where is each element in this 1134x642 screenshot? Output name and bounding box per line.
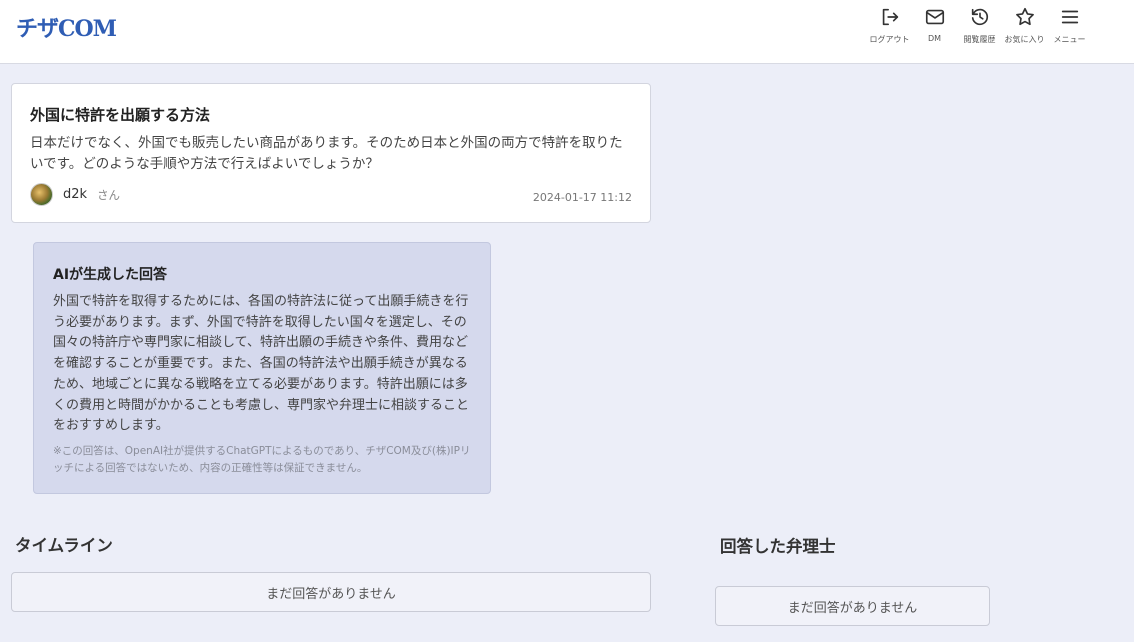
timeline-empty-message: まだ回答がありません [11, 572, 651, 612]
dm-button[interactable]: DM [912, 6, 957, 45]
favorites-button[interactable]: お気に入り [1002, 6, 1047, 45]
site-logo[interactable]: チザCOM [16, 11, 117, 43]
author-name[interactable]: d2k [63, 187, 87, 202]
ai-answer-title: AIが生成した回答 [53, 267, 168, 283]
question-card: 外国に特許を出願する方法 日本だけでなく、外国でも販売したい商品があります。その… [11, 83, 651, 223]
dm-label: DM [927, 34, 942, 43]
history-icon [971, 8, 988, 26]
author-suffix: さん [97, 187, 121, 202]
logout-label: ログアウト [869, 35, 910, 44]
menu-button[interactable]: メニュー [1047, 6, 1092, 45]
ai-answer-box: AIが生成した回答 外国で特許を取得するためには、各国の特許法に従って出願手続き… [33, 242, 491, 494]
timeline-title: タイムライン [15, 536, 113, 555]
menu-label: メニュー [1053, 35, 1086, 44]
history-button[interactable]: 閲覧履歴 [957, 6, 1002, 45]
favorites-label: お気に入り [1004, 35, 1045, 44]
logout-icon [882, 8, 898, 26]
menu-icon [1061, 10, 1078, 24]
avatar[interactable] [30, 183, 53, 206]
ai-answer-disclaimer: ※この回答は、OpenAI社が提供するChatGPTによるものであり、チザCOM… [53, 445, 471, 474]
mail-icon [925, 9, 944, 25]
site-header: チザCOM ログアウト DM 閲覧履歴 お気に入り メニュー [0, 0, 1134, 64]
attorneys-empty-message: まだ回答がありません [715, 586, 990, 626]
star-icon [1015, 7, 1034, 26]
header-nav: ログアウト DM 閲覧履歴 お気に入り メニュー [867, 6, 1092, 45]
question-timestamp: 2024-01-17 11:12 [532, 191, 632, 204]
logout-button[interactable]: ログアウト [867, 6, 912, 45]
history-label: 閲覧履歴 [963, 35, 996, 44]
attorneys-title: 回答した弁理士 [720, 537, 836, 556]
question-author[interactable]: d2k さん [30, 183, 120, 206]
ai-answer-body: 外国で特許を取得するためには、各国の特許法に従って出願手続きを行う必要があります… [53, 294, 470, 434]
question-title: 外国に特許を出願する方法 [30, 106, 211, 124]
question-body: 日本だけでなく、外国でも販売したい商品があります。そのため日本と外国の両方で特許… [30, 135, 623, 172]
